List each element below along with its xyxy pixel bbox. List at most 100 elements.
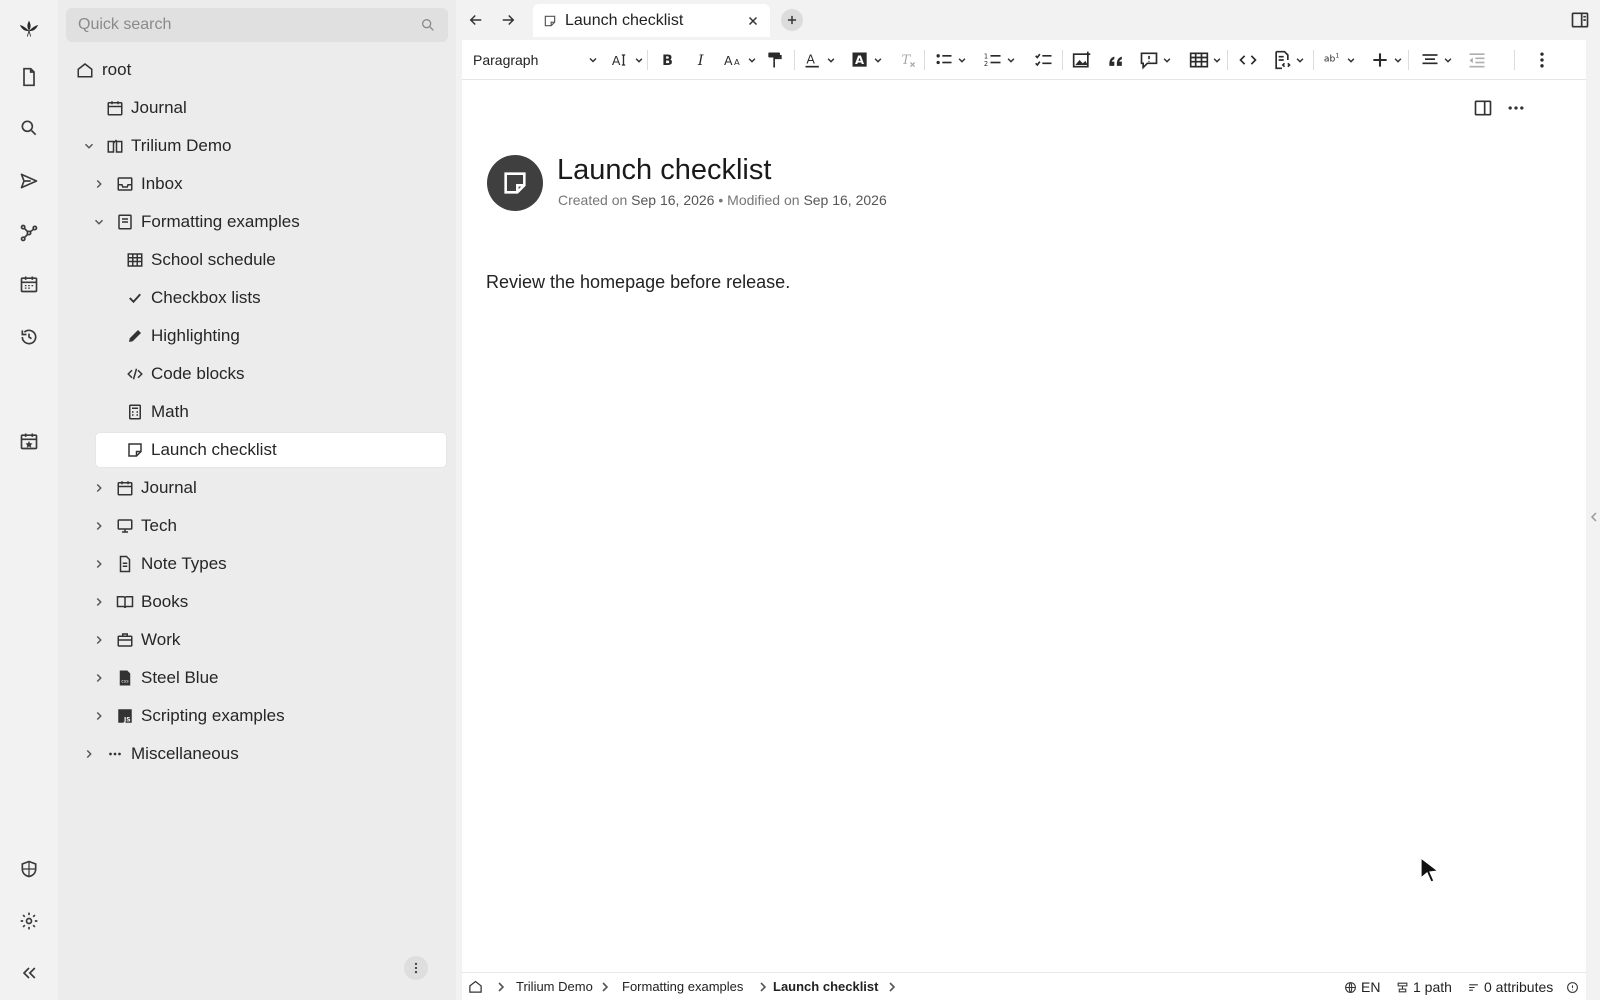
chevron-down-icon[interactable] bbox=[82, 139, 96, 153]
graph-icon[interactable] bbox=[14, 218, 44, 248]
chevron-right-icon[interactable] bbox=[92, 671, 106, 685]
monitor-icon bbox=[117, 519, 133, 533]
note-content-editor[interactable]: Review the homepage before release. bbox=[486, 272, 790, 293]
home-icon[interactable] bbox=[468, 979, 483, 994]
tree-item-school-schedule[interactable]: School schedule bbox=[126, 243, 446, 277]
inline-code-button[interactable] bbox=[1238, 48, 1258, 72]
today-icon[interactable] bbox=[14, 426, 44, 456]
close-icon[interactable] bbox=[746, 14, 760, 28]
tree-item-journal[interactable]: Journal bbox=[106, 91, 446, 125]
blockquote-button[interactable] bbox=[1106, 48, 1126, 72]
chevron-down-icon bbox=[874, 58, 882, 63]
format-painter-button[interactable] bbox=[765, 48, 785, 72]
chevron-right-icon[interactable] bbox=[92, 177, 106, 191]
toggle-right-pane-button[interactable] bbox=[1570, 10, 1590, 30]
alignment-button[interactable] bbox=[1420, 48, 1453, 72]
toolbar-separator bbox=[1227, 50, 1228, 70]
send-icon[interactable] bbox=[14, 166, 44, 196]
tab-launch-checklist[interactable]: Launch checklist bbox=[533, 4, 770, 37]
outdent-button[interactable] bbox=[1467, 48, 1487, 72]
tree-item-label: Formatting examples bbox=[141, 212, 300, 231]
admonition-icon bbox=[1140, 52, 1158, 70]
more-tools-button[interactable] bbox=[1532, 48, 1552, 72]
tree-item-highlighting[interactable]: Highlighting bbox=[126, 319, 446, 353]
tree-item-inbox[interactable]: Inbox bbox=[92, 167, 446, 201]
chevron-down-icon[interactable] bbox=[92, 215, 106, 229]
language-selector[interactable]: EN bbox=[1344, 979, 1380, 995]
chevron-right-icon[interactable] bbox=[92, 595, 106, 609]
quick-search-input[interactable] bbox=[78, 16, 420, 34]
special-characters-button[interactable]: ab 1 bbox=[1323, 48, 1356, 72]
tree-item-note-types[interactable]: Note Types bbox=[92, 547, 446, 581]
tree-item-checkbox-lists[interactable]: Checkbox lists bbox=[126, 281, 446, 315]
tree-item-work[interactable]: Work bbox=[92, 623, 446, 657]
tree-item-journal-demo[interactable]: Journal bbox=[92, 471, 446, 505]
note-icon-button[interactable] bbox=[487, 155, 543, 211]
info-icon[interactable] bbox=[1566, 981, 1579, 994]
new-note-icon[interactable] bbox=[14, 62, 44, 92]
breadcrumb-trilium-demo[interactable]: Trilium Demo bbox=[516, 979, 593, 994]
italic-button[interactable]: I bbox=[692, 48, 712, 72]
code-block-button[interactable] bbox=[1272, 48, 1305, 72]
code-icon bbox=[127, 368, 143, 380]
logo-icon[interactable] bbox=[14, 14, 44, 44]
note-title[interactable]: Launch checklist bbox=[557, 154, 771, 187]
breadcrumb-launch-checklist[interactable]: Launch checklist bbox=[773, 979, 878, 994]
back-button[interactable] bbox=[464, 8, 488, 32]
history-icon[interactable] bbox=[14, 322, 44, 352]
tree-item-miscellaneous[interactable]: Miscellaneous bbox=[82, 737, 446, 771]
forward-button[interactable] bbox=[496, 8, 520, 32]
font-family-button[interactable]: AA bbox=[724, 48, 757, 72]
bold-button[interactable]: B bbox=[658, 48, 678, 72]
chevron-right-icon[interactable] bbox=[92, 519, 106, 533]
tree-item-formatting-examples[interactable]: Formatting examples bbox=[92, 205, 446, 239]
right-pane-toggle[interactable] bbox=[1589, 510, 1599, 524]
chevron-right-icon[interactable] bbox=[92, 709, 106, 723]
insert-button[interactable] bbox=[1370, 48, 1403, 72]
highlight-button[interactable]: A bbox=[850, 48, 883, 72]
tree-options-button[interactable] bbox=[404, 956, 428, 980]
tree-item-tech[interactable]: Tech bbox=[92, 509, 446, 543]
tree-item-root[interactable]: root bbox=[76, 53, 446, 87]
quick-search-box[interactable] bbox=[66, 8, 448, 42]
tree-item-launch-checklist[interactable]: Launch checklist bbox=[96, 433, 446, 467]
shield-icon[interactable] bbox=[14, 854, 44, 884]
tree-item-trilium-demo[interactable]: Trilium Demo bbox=[82, 129, 446, 163]
bulleted-list-button[interactable] bbox=[934, 48, 967, 72]
note-paths-button[interactable]: 1 path bbox=[1396, 979, 1452, 995]
chevron-right-icon[interactable] bbox=[92, 481, 106, 495]
tree-item-math[interactable]: Math bbox=[126, 395, 446, 429]
tree-item-books[interactable]: Books bbox=[92, 585, 446, 619]
tree-item-code-blocks[interactable]: Code blocks bbox=[126, 357, 446, 391]
admonition-button[interactable] bbox=[1139, 48, 1172, 72]
chevron-right-icon[interactable] bbox=[92, 633, 106, 647]
new-tab-button[interactable] bbox=[781, 9, 803, 31]
font-color-button[interactable]: A bbox=[803, 48, 836, 72]
tree-item-steel-blue[interactable]: css Steel Blue bbox=[92, 661, 446, 695]
tab-label: Launch checklist bbox=[565, 11, 684, 29]
table-icon bbox=[1189, 52, 1209, 68]
language-label: EN bbox=[1361, 979, 1381, 995]
numbered-list-button[interactable]: 12 bbox=[983, 48, 1016, 72]
text-size-button[interactable]: A bbox=[611, 48, 644, 72]
chevron-right-icon[interactable] bbox=[92, 557, 106, 571]
settings-icon[interactable] bbox=[14, 906, 44, 936]
calendar-icon[interactable] bbox=[14, 269, 44, 299]
chevron-right-icon[interactable] bbox=[82, 747, 96, 761]
todo-list-button[interactable] bbox=[1034, 48, 1054, 72]
attributes-button[interactable]: 0 attributes bbox=[1467, 979, 1553, 995]
breadcrumb-formatting-examples[interactable]: Formatting examples bbox=[622, 979, 743, 994]
created-label: Created on bbox=[558, 192, 628, 208]
chevron-right-icon[interactable] bbox=[887, 981, 897, 993]
globe-icon bbox=[1345, 981, 1356, 993]
heading-select[interactable]: Paragraph bbox=[473, 48, 599, 72]
toolbar-separator bbox=[794, 50, 795, 70]
table-button[interactable] bbox=[1189, 48, 1222, 72]
collapse-icon[interactable] bbox=[14, 958, 44, 988]
tree-item-scripting-examples[interactable]: JS Scripting examples bbox=[92, 699, 446, 733]
search-icon[interactable] bbox=[14, 113, 44, 143]
note-menu-button[interactable] bbox=[1504, 96, 1528, 120]
toggle-sidebar-button[interactable] bbox=[1471, 96, 1495, 120]
remove-format-button[interactable]: T bbox=[898, 48, 918, 72]
insert-image-button[interactable] bbox=[1072, 48, 1092, 72]
